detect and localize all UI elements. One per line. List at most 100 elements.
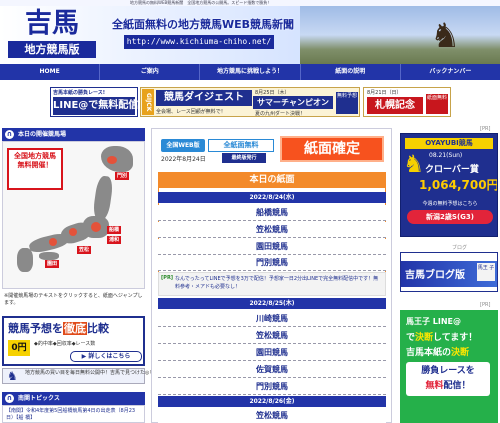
line-ad-cta-line2: 無料配信！ [425,381,471,391]
map-label-funabashi[interactable]: 船橋 [107,226,122,234]
track-link-kawasaki[interactable]: 川崎競馬 [158,311,386,327]
map-shikoku [39,252,59,260]
site-logo[interactable]: 吉馬 地方競馬版 [6,8,98,60]
pr-notice-text: なんでったってLINEで予想を3万で配信！予想家一日2分出LINEで完全無料配信… [175,276,379,290]
track-link-kasamatsu[interactable]: 笠松競馬 [158,408,386,423]
sapporo-banner[interactable]: 8月21日（日） 札幌記念 紙面無料 [363,87,451,117]
map-highlight-kanto [91,222,101,232]
pr-tag: [PR] [161,275,174,281]
track-link-saga[interactable]: 佐賀競馬 [158,362,386,378]
web-edition-badge: 全国WEB版 [161,139,205,152]
blog-title: 吉馬ブログ版 [405,270,465,281]
pr-tag: [PR] [480,126,491,132]
nav-home[interactable]: HOME [0,64,101,80]
digest-sub: 全会場、レース回顧が無料で！ [156,109,226,115]
date-header: 2022/8/24(水) [158,192,386,203]
today-paper-heading: 本日の紙面 [158,172,386,188]
compare-ad-features: ◆的中率◆回収率◆レース数 [34,341,96,347]
line-ad-title: 馬王子 LINE@ [406,317,462,326]
map-label-kasamatsu[interactable]: 笠松 [77,246,92,254]
logo-sub: 地方競馬版 [8,41,96,58]
site-url: http://www.kichiuma-chiho.net/ [124,35,274,49]
oyayubi-button[interactable]: 新潟2歳S(G3) [407,210,493,224]
map-highlight-kansai [49,238,57,246]
digest-date: 8月25日（木） [255,90,290,96]
compare-ad-zero: 0円 [8,340,30,356]
nav-paper-explain[interactable]: 紙面の説明 [301,64,401,80]
today-venues-label: 本日の開催競馬場 [18,131,67,138]
track-link-kasamatsu[interactable]: 笠松競馬 [158,328,386,344]
track-link-funabashi[interactable]: 船橋競馬 [158,205,386,221]
date-header: 2022/8/25(木) [158,298,386,309]
paper-panel: 全国WEB版 全紙面無料 2022年8月24日 最終版発行 紙面確定 本日の紙面… [151,128,392,423]
compare-ad[interactable]: 競馬予想を徹底比較 0円 ◆的中率◆回収率◆レース数 ▶ 詳しくはこちら [2,316,145,366]
oyayubi-ad[interactable]: OYAYUBI競馬 ♞ 08.21(Sun) クローバー賞 1,064,700円… [400,133,498,237]
sapporo-date: 8月21日（日） [367,90,402,96]
japan-map: 門別 船橋 浦和 笠松 園田 全国地方競馬無料開催！ [2,141,145,289]
digest-free-badge: 無料予想 [336,92,358,114]
map-kyushu [17,248,33,272]
track-link-monbetsu[interactable]: 門別競馬 [158,255,386,271]
nav-backnumber[interactable]: バックナンバー [401,64,500,80]
digest-race: サマーチャンピオン [253,96,333,109]
nav-guide[interactable]: ご案内 [100,64,201,80]
sapporo-title: 札幌記念 [367,97,423,114]
line-ad-cta-line1: 勝負レースを [421,366,475,376]
nav-challenge[interactable]: 地方競馬に挑戦しよう！ [200,64,301,80]
pr-tag: [PR] [480,302,491,308]
digest-label: GIJCK [142,89,154,115]
topics-heading: ∩ 南関トピックス [2,392,145,405]
map-label-urawa[interactable]: 浦和 [107,236,122,244]
oyayubi-date: 08.21(Sun) [429,152,463,159]
line-banner-top: 吉馬本紙の勝負レース! [53,90,106,96]
map-note: ※開催競馬場のテキストをクリックすると、紙面へジャンプします。 [4,293,143,306]
logo-main: 吉馬 [25,8,79,39]
race-ad-text: 地方競馬の買い目を毎日無料公開中！吉馬で見つけた◎を… [25,370,160,376]
final-edition-badge: 最終版発行 [222,153,266,163]
date-header: 2022/8/26(金) [158,396,386,407]
line-ad[interactable]: 馬王子 LINE@ で決断してます！ 吉馬本紙の決断 勝負レースを 無料配信！ [400,310,498,423]
compare-ad-button[interactable]: ▶ 詳しくはこちら [70,351,142,362]
main-nav: HOME ご案内 地方競馬に挑戦しよう！ 紙面の説明 バックナンバー [0,64,500,80]
blog-mark: 馬王 子 [477,263,495,281]
free-paper-badge: 全紙面無料 [208,139,274,152]
blog-tag: ブログ [452,245,468,251]
sapporo-free-badge: 紙面無料 [426,94,448,114]
horse-icon: ♞ [7,369,18,383]
track-link-kasamatsu[interactable]: 笠松競馬 [158,222,386,238]
topics-list: 【南関】令和4年度第5回船橋競馬第4日の出走表（8月23日）【船 橋】 [2,405,145,423]
horseshoe-icon: ∩ [5,394,14,403]
map-label-monbetsu[interactable]: 門別 [115,172,130,180]
oyayubi-race: クローバー賞 [425,165,479,175]
line-banner[interactable]: 吉馬本紙の勝負レース! LINE@で無料配信 [50,87,138,117]
digest-banner[interactable]: GIJCK 競馬ダイジェスト 全会場、レース回顧が無料で！ 8月25日（木） サ… [140,87,360,117]
digest-race-sub: 夏の九州ダート決戦！ [255,111,306,117]
race-ad[interactable]: ♞ 地方競馬の買い目を毎日無料公開中！吉馬で見つけた◎を… [2,368,159,384]
edition-date: 2022年8月24日 [161,156,206,163]
track-link-sonoda[interactable]: 園田競馬 [158,345,386,361]
site-tagline: 全紙面無料の地方競馬WEB競馬新聞 [112,18,295,31]
oyayubi-amount: 1,064,700円 [419,178,498,192]
compare-ad-title: 競馬予想を徹底比較 [8,322,109,335]
today-venues-heading: ∩ 本日の開催競馬場 [2,128,145,141]
map-promo-text: 全国地方競馬無料開催！ [14,152,56,169]
pr-notice[interactable]: [PR] なんでったってLINEで予想を3万で配信！予想家一日2分出LINEで完… [158,272,386,296]
map-highlight-chubu [69,228,77,236]
map-label-sonoda[interactable]: 園田 [45,260,60,268]
topic-link[interactable]: 【南関】令和4年度第5回船橋競馬第4日の出走表（8月23日）【船 橋】 [6,408,142,422]
track-link-monbetsu[interactable]: 門別競馬 [158,379,386,395]
site-header: 吉馬 地方競馬版 全紙面無料の地方競馬WEB競馬新聞 http://www.ki… [0,6,500,64]
map-promo-panel: 全国地方競馬無料開催！ [7,148,63,190]
line-banner-main: LINE@で無料配信 [53,97,138,115]
track-link-sonoda[interactable]: 園田競馬 [158,239,386,255]
horse-icon: ♞ [403,150,425,178]
blog-banner[interactable]: 吉馬ブログ版 馬王 子 [400,252,498,292]
header-photo: ♞ [300,6,500,64]
oyayubi-title: OYAYUBI競馬 [405,138,493,149]
topics-heading-label: 南関トピックス [18,395,60,402]
digest-title: 競馬ダイジェスト [156,90,252,106]
horseshoe-icon: ∩ [5,130,14,139]
line-ad-cta[interactable]: 勝負レースを 無料配信！ [406,362,490,396]
oyayubi-today: 今週の無料予想はこちら [422,201,478,207]
horse-icon: ♞ [430,16,461,56]
